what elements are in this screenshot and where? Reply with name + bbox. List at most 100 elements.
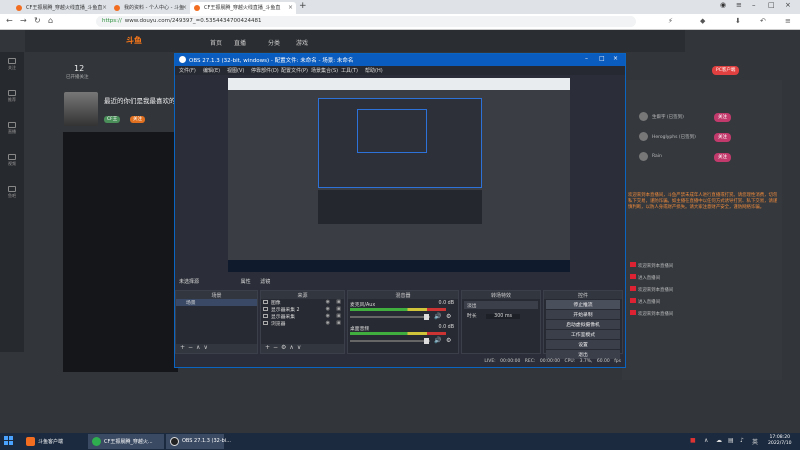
source-item[interactable]: 显示器采集 ◉ ▣ (261, 313, 344, 320)
lightning-icon[interactable]: ⚡ (668, 17, 673, 25)
user-avatar[interactable] (639, 152, 648, 161)
tray-network-icon[interactable]: ▤ (728, 437, 734, 444)
rank-follow-button[interactable]: 关注 (714, 133, 731, 142)
browser-tab[interactable]: CF王振晨腾_穿越火线直播_斗鱼直 × (12, 2, 110, 14)
maximize-icon[interactable]: □ (599, 55, 605, 62)
menu-file[interactable]: 文件(F) (179, 67, 196, 74)
duration-input[interactable]: 300 ms (486, 314, 520, 319)
nav-game[interactable]: 游戏 (296, 38, 308, 47)
close-tab-icon[interactable]: × (288, 4, 293, 11)
obs-preview[interactable] (228, 78, 570, 272)
tray-ime-icon[interactable]: 英 (752, 437, 758, 446)
pc-client-button[interactable]: PC客户端 (712, 66, 740, 75)
close-window-icon[interactable]: × (613, 55, 618, 62)
duration-label: 时长 (467, 314, 477, 319)
url-input[interactable]: https://www.douyu.com/249397_=0.53544347… (96, 16, 636, 27)
menu-help[interactable]: 帮助(H) (365, 67, 383, 74)
account-icon[interactable]: ◉ (720, 1, 726, 9)
close-tab-icon[interactable]: × (102, 4, 107, 11)
speaker-icon[interactable]: 🔊 (434, 337, 441, 344)
scenes-toolbar[interactable]: +−∧∨ (176, 344, 257, 353)
tab-bar: CF王振晨腾_穿越火线直播_斗鱼直 × 我的资料 - 个人中心 - 斗鱼 × C… (0, 0, 800, 14)
filters-button[interactable]: 滤镜 (260, 279, 270, 285)
menu-docks[interactable]: 停靠部件(D) (251, 67, 279, 74)
menu-profile[interactable]: 配置文件(P) (281, 67, 308, 74)
minimize-icon[interactable]: – (752, 1, 756, 9)
close-window-icon[interactable]: × (785, 1, 791, 9)
user-avatar[interactable] (639, 112, 648, 121)
visibility-icon[interactable]: ◉ (326, 320, 330, 326)
tray-volume-icon[interactable]: ♪ (740, 437, 744, 444)
sources-toolbar[interactable]: +−⚙∧∨ (261, 344, 344, 353)
source-item[interactable]: 浏览器 ◉ ▣ (261, 320, 344, 327)
sources-header: 来源 (261, 291, 344, 299)
tray-onedrive-icon[interactable]: ☁ (716, 437, 722, 444)
scene-item[interactable]: 场景 (176, 299, 257, 306)
taskbar-app-douyu[interactable]: 斗鱼客户端 (22, 434, 86, 449)
follow-button[interactable]: 关注 (130, 116, 145, 123)
undo-icon[interactable]: ↶ (760, 17, 766, 25)
source-item[interactable]: 显示器采集 2 ◉ ▣ (261, 306, 344, 313)
left-nav-video[interactable]: 视频 (3, 154, 21, 167)
left-nav-yuba[interactable]: 鱼吧 (3, 186, 21, 199)
reload-icon[interactable]: ↻ (34, 16, 41, 25)
douyu-logo[interactable]: 斗鱼 (126, 35, 142, 46)
taskbar-app-obs[interactable]: OBS 27.1.3 (32-bi... (166, 434, 231, 449)
speaker-icon[interactable]: 🔊 (434, 313, 441, 320)
stop-streaming-button[interactable]: 停止推流 (546, 300, 620, 309)
windows-start-icon[interactable] (4, 436, 14, 446)
properties-button[interactable]: 属性 (241, 279, 251, 285)
nav-home[interactable]: 首页 (210, 38, 222, 47)
back-icon[interactable]: ← (6, 16, 13, 25)
slider-knob[interactable] (424, 338, 429, 344)
lock-icon[interactable]: ▣ (336, 299, 341, 305)
taskbar-clock[interactable]: 17:08:20 2022/7/10 (768, 435, 792, 447)
download-icon[interactable]: ⬇ (735, 17, 741, 25)
extension-icon[interactable]: ◆ (700, 17, 705, 25)
tray-expand-icon[interactable]: ∧ (704, 437, 708, 444)
transition-select[interactable]: 淡出 (464, 301, 538, 309)
gear-icon[interactable]: ⚙ (446, 337, 451, 344)
lock-icon[interactable]: ▣ (336, 306, 341, 312)
visibility-icon[interactable]: ◉ (326, 306, 330, 312)
menu-icon[interactable]: ≡ (736, 1, 742, 9)
tray-app-icon[interactable]: ■ (690, 437, 696, 444)
browser-tab-active[interactable]: CF王振晨腾_穿越火线直播_斗鱼直 × (190, 2, 296, 14)
taskbar-app-browser[interactable]: CF王振晨腾_穿越火... (88, 434, 164, 449)
nav-category[interactable]: 分类 (268, 38, 280, 47)
virtual-camera-button[interactable]: 启动虚拟摄像机 (546, 320, 620, 329)
home-icon[interactable]: ⌂ (48, 16, 53, 25)
video-player[interactable] (63, 132, 178, 372)
forward-icon[interactable]: → (20, 16, 27, 25)
streamer-avatar[interactable] (64, 92, 98, 126)
minimize-icon[interactable]: – (585, 55, 588, 62)
menu-edit[interactable]: 编辑(E) (203, 67, 220, 74)
close-tab-icon[interactable]: × (182, 4, 187, 11)
left-nav-live[interactable]: 直播 (3, 122, 21, 135)
start-recording-button[interactable]: 开始录制 (546, 310, 620, 319)
volume-slider[interactable] (350, 314, 430, 320)
rank-follow-button[interactable]: 关注 (714, 113, 731, 122)
maximize-icon[interactable]: □ (768, 1, 775, 9)
user-avatar[interactable] (639, 132, 648, 141)
browser-tab[interactable]: 我的资料 - 个人中心 - 斗鱼 × (110, 2, 190, 14)
visibility-icon[interactable]: ◉ (326, 299, 330, 305)
menu-tools[interactable]: 工具(T) (341, 67, 358, 74)
left-nav-recommend[interactable]: 推荐 (3, 90, 21, 103)
left-nav-follow[interactable]: 关注 (3, 58, 21, 71)
settings-button[interactable]: 设置 (546, 340, 620, 349)
menu-scene-collection[interactable]: 场景集合(S) (311, 67, 338, 74)
lock-icon[interactable]: ▣ (336, 320, 341, 326)
rank-follow-button[interactable]: 关注 (714, 153, 731, 162)
slider-knob[interactable] (424, 314, 429, 320)
new-tab-button[interactable]: + (299, 1, 307, 11)
lock-icon[interactable]: ▣ (336, 313, 341, 319)
visibility-icon[interactable]: ◉ (326, 313, 330, 319)
gear-icon[interactable]: ⚙ (446, 313, 451, 320)
volume-slider[interactable] (350, 338, 430, 344)
menu-view[interactable]: 视图(V) (227, 67, 244, 74)
nav-live[interactable]: 直播 (234, 38, 246, 47)
more-icon[interactable]: ≡ (785, 17, 791, 25)
source-item[interactable]: 图像 ◉ ▣ (261, 299, 344, 306)
studio-mode-button[interactable]: 工作室模式 (546, 330, 620, 339)
